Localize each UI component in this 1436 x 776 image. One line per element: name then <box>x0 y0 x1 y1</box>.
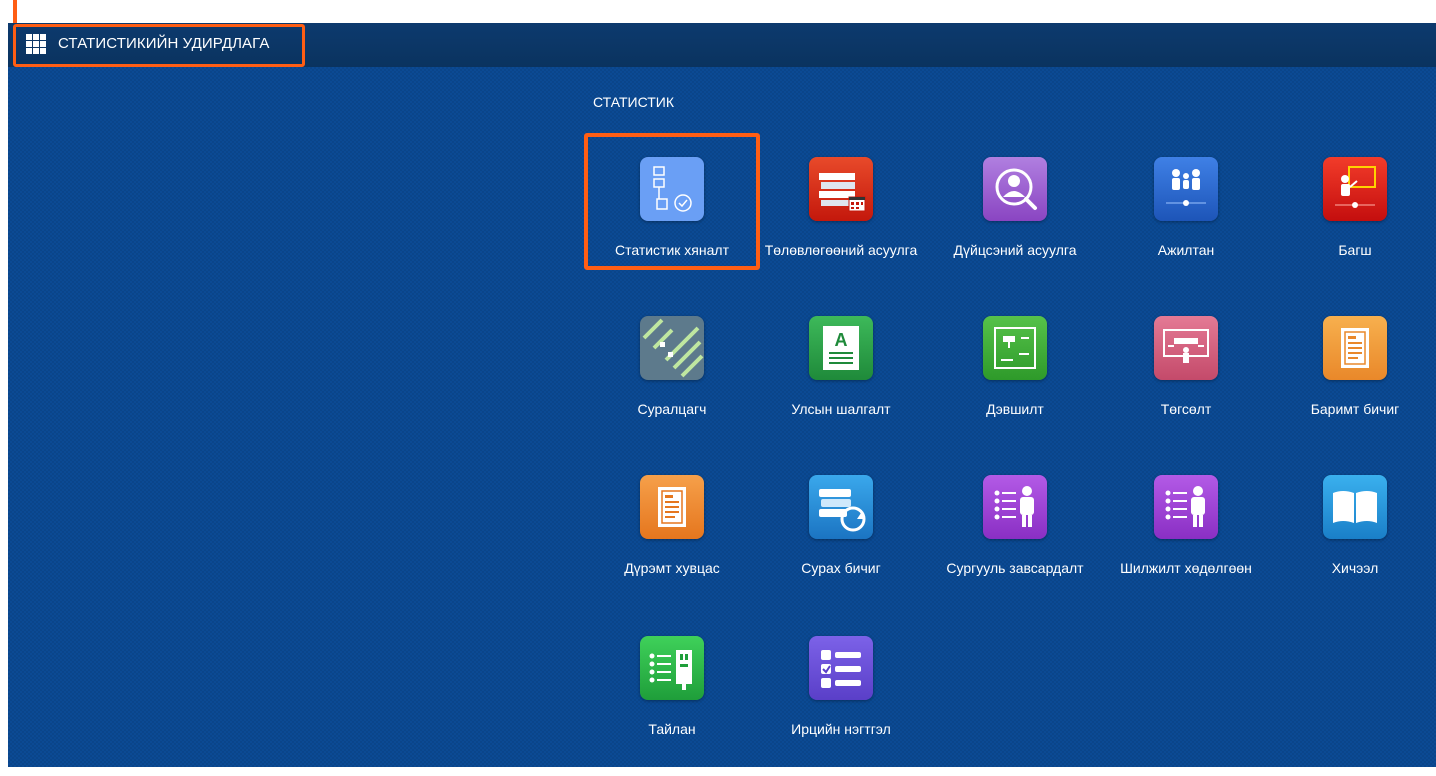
tile-plan-survey[interactable]: Төлөвлөгөөний асуулга <box>752 157 922 297</box>
tile-graduation[interactable]: Төгсөлт <box>1097 316 1267 456</box>
tile-label: Сургууль завсардалт <box>946 560 1084 576</box>
tile-textbook[interactable]: Сурах бичиг <box>752 475 922 615</box>
tile-label: Шилжилт хөдөлгөөн <box>1120 560 1252 576</box>
tile-statistic-control[interactable]: Статистик хяналт <box>583 157 753 297</box>
tile-state-exam[interactable]: A Улсын шалгалт <box>752 316 922 456</box>
tile-school-dropout[interactable]: Сургууль завсардалт <box>926 475 1096 615</box>
tile-label: Тайлан <box>648 721 696 737</box>
tile-label: Төгсөлт <box>1160 401 1212 417</box>
svg-text:A: A <box>835 330 848 350</box>
tile-equivalence-survey[interactable]: Дүйцсэний асуулга <box>926 157 1096 297</box>
tile-label: Суралцагч <box>637 401 707 417</box>
report-list-icon <box>640 636 704 700</box>
tile-teacher[interactable]: Багш <box>1266 157 1436 297</box>
top-bar: СТАТИСТИКИЙН УДИРДЛАГА <box>8 23 1436 67</box>
app-grid-icon[interactable] <box>26 34 46 54</box>
app-title[interactable]: СТАТИСТИКИЙН УДИРДЛАГА <box>58 35 269 52</box>
tile-label: Дүйцсэний асуулга <box>953 242 1077 258</box>
promotion-board-icon <box>983 316 1047 380</box>
tile-label: Сурах бичиг <box>801 560 881 576</box>
tile-promotion[interactable]: Дэвшилт <box>926 316 1096 456</box>
tile-report[interactable]: Тайлан <box>583 636 753 776</box>
tile-label: Улсын шалгалт <box>791 401 891 417</box>
flowchart-check-icon <box>640 157 704 221</box>
teacher-board-icon <box>1323 157 1387 221</box>
staff-group-icon <box>1154 157 1218 221</box>
graduation-icon <box>1154 316 1218 380</box>
open-book-icon <box>1323 475 1387 539</box>
tile-label: Ирцийн нэгтгэл <box>791 721 891 737</box>
textbook-sync-icon <box>809 475 873 539</box>
student-list-icon <box>640 316 704 380</box>
attendance-list-icon <box>809 636 873 700</box>
tile-attendance-summary[interactable]: Ирцийн нэгтгэл <box>752 636 922 776</box>
tile-label: Статистик хяналт <box>614 242 729 258</box>
books-calendar-icon <box>809 157 873 221</box>
tile-label: Багш <box>1338 242 1372 258</box>
tile-label: Дэвшилт <box>986 401 1044 417</box>
tile-lesson[interactable]: Хичээл <box>1266 475 1436 615</box>
tile-label: Дүрэмт хувцас <box>624 560 720 576</box>
tile-label: Баримт бичиг <box>1310 401 1400 417</box>
dropout-list-icon <box>983 475 1047 539</box>
tile-documents[interactable]: Баримт бичиг <box>1266 316 1436 456</box>
tile-label: Төлөвлөгөөний асуулга <box>764 242 918 258</box>
tile-label: Хичээл <box>1331 560 1379 576</box>
tile-student[interactable]: Суралцагч <box>583 316 753 456</box>
tile-staff[interactable]: Ажилтан <box>1097 157 1267 297</box>
tile-transfer[interactable]: Шилжилт хөдөлгөөн <box>1097 475 1267 615</box>
exam-sheet-icon: A <box>809 316 873 380</box>
uniform-document-icon <box>640 475 704 539</box>
user-search-icon <box>983 157 1047 221</box>
tile-label: Ажилтан <box>1157 242 1215 258</box>
section-title: СТАТИСТИК <box>593 94 675 110</box>
transfer-list-icon <box>1154 475 1218 539</box>
tile-uniform[interactable]: Дүрэмт хувцас <box>583 475 753 615</box>
document-icon <box>1323 316 1387 380</box>
